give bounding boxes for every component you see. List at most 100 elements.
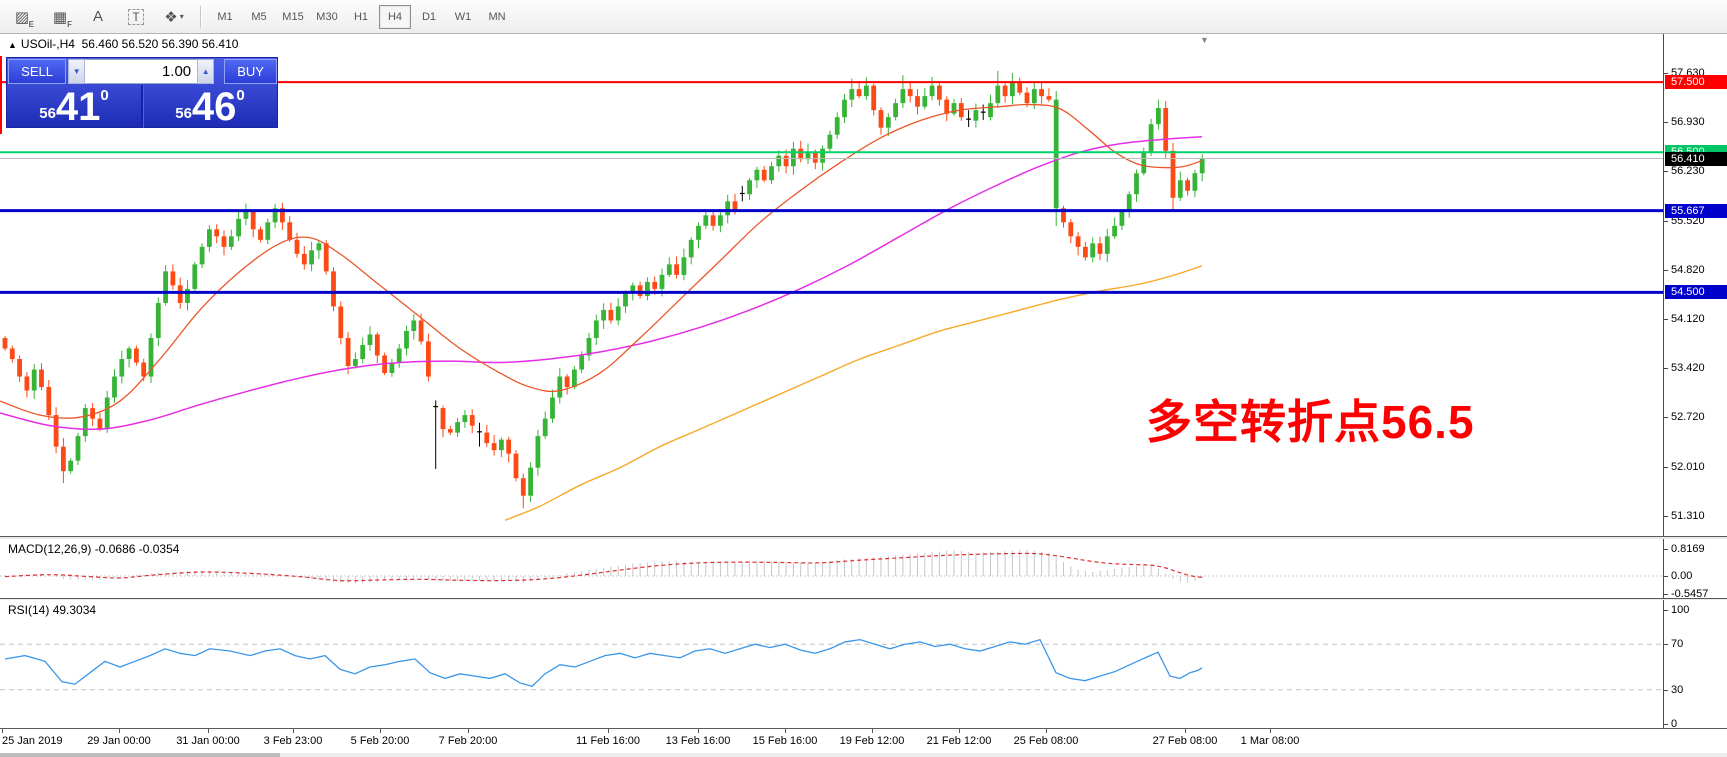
time-label: 7 Feb 20:00	[439, 735, 498, 747]
pattern-fill-icon[interactable]: ▨E	[8, 4, 36, 30]
price-scale[interactable]: 57.63056.93056.23055.52054.82054.12053.4…	[1663, 34, 1727, 536]
price-tick-label: 53.420	[1671, 361, 1705, 375]
rsi-tick-label: 30	[1671, 683, 1683, 697]
price-tickmark	[1664, 171, 1668, 172]
macd-canvas[interactable]	[0, 539, 1663, 598]
font-icon[interactable]: A	[84, 4, 112, 30]
price-tickmark	[1664, 73, 1668, 74]
macd-tick-label: 0.00	[1671, 569, 1692, 583]
macd-tickmark	[1664, 594, 1668, 595]
price-tick-label: 51.310	[1671, 509, 1705, 523]
time-tickmark	[1270, 729, 1271, 733]
price-tickmark	[1664, 319, 1668, 320]
text-label-icon[interactable]: T	[122, 4, 150, 30]
time-tickmark	[208, 729, 209, 733]
time-tickmark	[698, 729, 699, 733]
macd-tick-label: 0.8169	[1671, 542, 1705, 556]
rsi-canvas[interactable]	[0, 600, 1663, 728]
macd-tickmark	[1664, 549, 1668, 550]
time-label: 11 Feb 16:00	[576, 735, 640, 747]
time-label: 27 Feb 08:00	[1153, 735, 1218, 747]
time-label: 13 Feb 16:00	[666, 735, 731, 747]
buy-button[interactable]: BUY	[224, 59, 277, 84]
time-label: 15 Feb 16:00	[753, 735, 818, 747]
horizontal-scrollbar[interactable]	[0, 753, 1727, 757]
price-tickmark	[1664, 467, 1668, 468]
time-tickmark	[1046, 729, 1047, 733]
time-label: 25 Jan 2019	[2, 735, 63, 747]
timeframe-m15[interactable]: M15	[277, 5, 309, 29]
volume-stepper: ▼ ▲	[68, 59, 214, 84]
time-tickmark	[119, 729, 120, 733]
rsi-tickmark	[1664, 724, 1668, 725]
rsi-tickmark	[1664, 690, 1668, 691]
time-label: 25 Feb 08:00	[1014, 735, 1079, 747]
one-click-trading-panel: SELL ▼ ▲ BUY 56410 56460	[6, 57, 278, 128]
volume-increase-button[interactable]: ▲	[197, 59, 214, 84]
main-chart-panel: 57.63056.93056.23055.52054.82054.12053.4…	[0, 34, 1727, 537]
macd-scale[interactable]: 0.81690.00-0.5457	[1663, 539, 1727, 598]
rsi-label: RSI(14) 49.3034	[8, 603, 96, 617]
time-label: 29 Jan 00:00	[87, 735, 151, 747]
collapse-arrow-icon[interactable]: ▲	[8, 40, 17, 50]
time-label: 31 Jan 00:00	[176, 735, 240, 747]
macd-panel: 0.81690.00-0.5457 MACD(12,26,9) -0.0686 …	[0, 539, 1727, 599]
macd-values: -0.0686 -0.0354	[95, 542, 180, 556]
timeframe-buttons: M1M5M15M30H1H4D1W1MN	[209, 5, 513, 29]
price-tickmark	[1664, 516, 1668, 517]
price-tick-label: 54.120	[1671, 312, 1705, 326]
sell-button[interactable]: SELL	[8, 59, 66, 84]
volume-decrease-button[interactable]: ▼	[68, 59, 85, 84]
time-label: 5 Feb 20:00	[351, 735, 410, 747]
buy-price-display[interactable]: 56460	[143, 85, 277, 128]
rsi-tick-label: 70	[1671, 637, 1683, 651]
red-vline-object	[0, 56, 2, 134]
grid-fill-icon[interactable]: ▦F	[46, 4, 74, 30]
price-badge-55.667: 55.667	[1665, 204, 1727, 218]
price-tickmark	[1664, 417, 1668, 418]
timeframe-m5[interactable]: M5	[243, 5, 275, 29]
time-tickmark	[293, 729, 294, 733]
chart-shift-marker-icon[interactable]: ▼	[1200, 35, 1209, 45]
timeframe-h4[interactable]: H4	[379, 5, 411, 29]
macd-label: MACD(12,26,9) -0.0686 -0.0354	[8, 542, 179, 556]
time-tickmark	[959, 729, 960, 733]
mt4-window: ▨E▦FAT❖▾ M1M5M15M30H1H4D1W1MN 57.63056.9…	[0, 0, 1727, 757]
chart-ohlc-header: ▲USOil-,H4 56.460 56.520 56.390 56.410	[8, 37, 238, 51]
time-tickmark	[608, 729, 609, 733]
time-tickmark	[468, 729, 469, 733]
timeframe-w1[interactable]: W1	[447, 5, 479, 29]
time-tickmark	[872, 729, 873, 733]
time-label: 19 Feb 12:00	[840, 735, 905, 747]
timeframe-h1[interactable]: H1	[345, 5, 377, 29]
price-tick-label: 54.820	[1671, 263, 1705, 277]
timeframe-m30[interactable]: M30	[311, 5, 343, 29]
time-tickmark	[2, 729, 3, 733]
sell-price-display[interactable]: 56410	[7, 85, 141, 128]
price-badge-57.500: 57.500	[1665, 75, 1727, 89]
toolbar-tools: ▨E ▦F AT ❖▾	[0, 4, 188, 30]
time-label: 21 Feb 12:00	[927, 735, 992, 747]
toolbar: ▨E ▦F AT ❖▾ M1M5M15M30H1H4D1W1MN	[0, 0, 1727, 34]
time-axis[interactable]: 25 Jan 201929 Jan 00:0031 Jan 00:003 Feb…	[0, 729, 1727, 757]
rsi-tickmark	[1664, 610, 1668, 611]
rsi-tickmark	[1664, 644, 1668, 645]
chart-quotes: 56.460 56.520 56.390 56.410	[82, 37, 239, 51]
styles-icon[interactable]: ❖▾	[160, 4, 188, 30]
price-tickmark	[1664, 221, 1668, 222]
time-tickmark	[785, 729, 786, 733]
scrollbar-thumb[interactable]	[0, 753, 280, 757]
timeframe-m1[interactable]: M1	[209, 5, 241, 29]
timeframe-d1[interactable]: D1	[413, 5, 445, 29]
timeframe-mn[interactable]: MN	[481, 5, 513, 29]
price-tick-label: 52.010	[1671, 460, 1705, 474]
rsi-tick-label: 100	[1671, 603, 1689, 617]
toolbar-separator	[200, 6, 201, 28]
volume-input[interactable]	[85, 59, 197, 84]
time-tickmark	[380, 729, 381, 733]
rsi-scale[interactable]: 10070300	[1663, 600, 1727, 728]
macd-tickmark	[1664, 576, 1668, 577]
price-tickmark	[1664, 122, 1668, 123]
price-badge-56.410: 56.410	[1665, 152, 1727, 166]
price-tickmark	[1664, 368, 1668, 369]
